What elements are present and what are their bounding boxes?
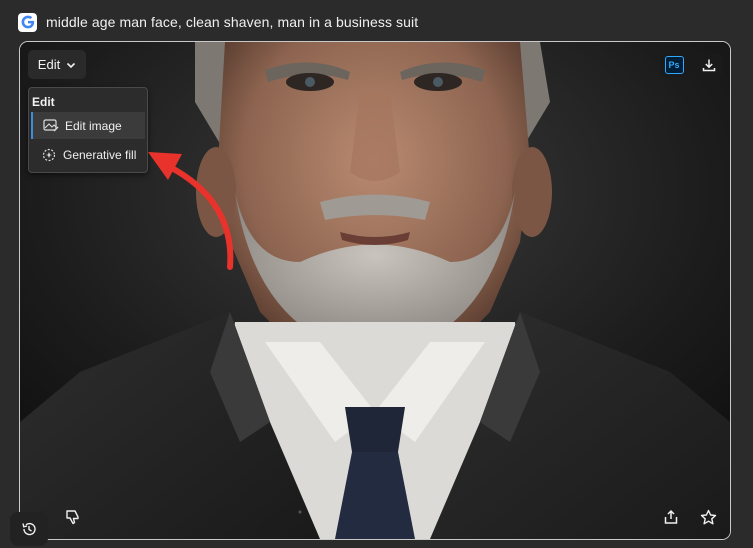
- google-logo-icon: [18, 12, 37, 32]
- history-icon: [22, 522, 36, 536]
- prompt-text: middle age man face, clean shaven, man i…: [46, 14, 419, 30]
- prompt-bar: middle age man face, clean shaven, man i…: [18, 10, 743, 34]
- annotation-arrow: [148, 152, 234, 270]
- generated-image-card: Edit Edit Edit image Generative fill Ps: [19, 41, 731, 540]
- history-button[interactable]: [10, 512, 48, 546]
